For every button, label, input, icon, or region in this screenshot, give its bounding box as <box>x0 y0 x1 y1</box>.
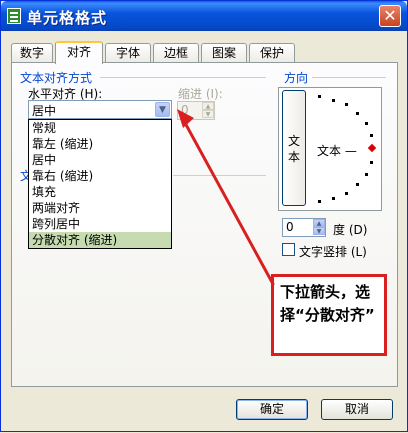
chevron-down-icon: ▼ <box>159 105 166 115</box>
close-button[interactable]: ✕ <box>379 5 401 27</box>
spin-down-icon[interactable]: ▼ <box>202 110 214 118</box>
option-right-indent[interactable]: 靠右 (缩进) <box>29 168 171 184</box>
orientation-dot[interactable] <box>318 95 321 98</box>
orientation-dot[interactable] <box>356 112 359 115</box>
indent-spinner[interactable]: ▲ ▼ <box>202 102 214 119</box>
degree-label: 度 (D) <box>333 223 368 237</box>
orientation-dot[interactable] <box>370 161 373 164</box>
dropdown-arrow-button[interactable]: ▼ <box>155 102 170 117</box>
horizontal-align-value: 居中 <box>32 104 57 118</box>
orientation-dot[interactable] <box>356 183 359 186</box>
orientation-dot[interactable] <box>332 99 335 102</box>
indent-label: 缩进 (I): <box>178 87 223 101</box>
tab-font[interactable]: 字体 <box>105 43 151 62</box>
option-left-indent[interactable]: 靠左 (缩进) <box>29 136 171 152</box>
group-divider <box>173 175 266 176</box>
orientation-dot[interactable] <box>365 173 368 176</box>
vertical-text-label: 文本 <box>288 134 301 164</box>
vertical-text-button[interactable]: 文本 <box>282 90 306 206</box>
text-alignment-group-label: 文本对齐方式 <box>20 71 93 85</box>
ok-button[interactable]: 确定 <box>236 399 308 420</box>
title-bar[interactable]: 单元格格式 ✕ <box>1 1 407 31</box>
group-divider <box>100 77 266 78</box>
option-justify[interactable]: 两端对齐 <box>29 200 171 216</box>
option-center-across[interactable]: 跨列居中 <box>29 216 171 232</box>
annotation-callout: 下拉箭头，选择“分散对齐” <box>271 274 387 356</box>
orientation-dot[interactable] <box>365 122 368 125</box>
cancel-button[interactable]: 取消 <box>321 399 393 420</box>
group-divider <box>312 77 386 78</box>
tab-number[interactable]: 数字 <box>11 43 53 62</box>
degree-spinner[interactable]: ▲ ▼ <box>313 219 325 236</box>
tab-border[interactable]: 边框 <box>153 43 199 62</box>
orientation-dot[interactable] <box>318 200 321 203</box>
vertical-text-checkbox-label: 文字竖排 (L) <box>299 245 367 259</box>
orientation-dot[interactable] <box>345 192 348 195</box>
orientation-dot[interactable] <box>332 197 335 200</box>
option-general[interactable]: 常规 <box>29 120 171 136</box>
dialog-title: 单元格格式 <box>27 9 108 27</box>
orientation-dot[interactable] <box>370 134 373 137</box>
option-distributed-indent[interactable]: 分散对齐 (缩进) <box>29 232 171 248</box>
spin-down-icon[interactable]: ▼ <box>313 227 325 235</box>
option-fill[interactable]: 填充 <box>29 184 171 200</box>
spin-up-icon[interactable]: ▲ <box>202 102 214 110</box>
spin-up-icon[interactable]: ▲ <box>313 219 325 227</box>
tab-alignment[interactable]: 对齐 <box>55 41 103 64</box>
close-icon: ✕ <box>383 6 397 25</box>
orientation-text-sample: 文本 — <box>317 144 357 158</box>
horizontal-align-select[interactable]: 居中 ▼ <box>28 100 172 119</box>
format-cells-dialog: 单元格格式 ✕ 数字 对齐 字体 边框 图案 保护 文本对齐方式 水平对齐 (H… <box>0 0 408 432</box>
tab-pattern[interactable]: 图案 <box>201 43 247 62</box>
tab-protection[interactable]: 保护 <box>249 43 295 62</box>
orientation-dot[interactable] <box>345 103 348 106</box>
app-spreadsheet-icon <box>7 8 21 24</box>
option-center[interactable]: 居中 <box>29 152 171 168</box>
vertical-text-checkbox[interactable] <box>282 243 295 256</box>
horizontal-align-dropdown-list[interactable]: 常规 靠左 (缩进) 居中 靠右 (缩进) 填充 两端对齐 跨列居中 分散对齐 … <box>28 119 172 249</box>
direction-group-label: 方向 <box>284 71 309 85</box>
